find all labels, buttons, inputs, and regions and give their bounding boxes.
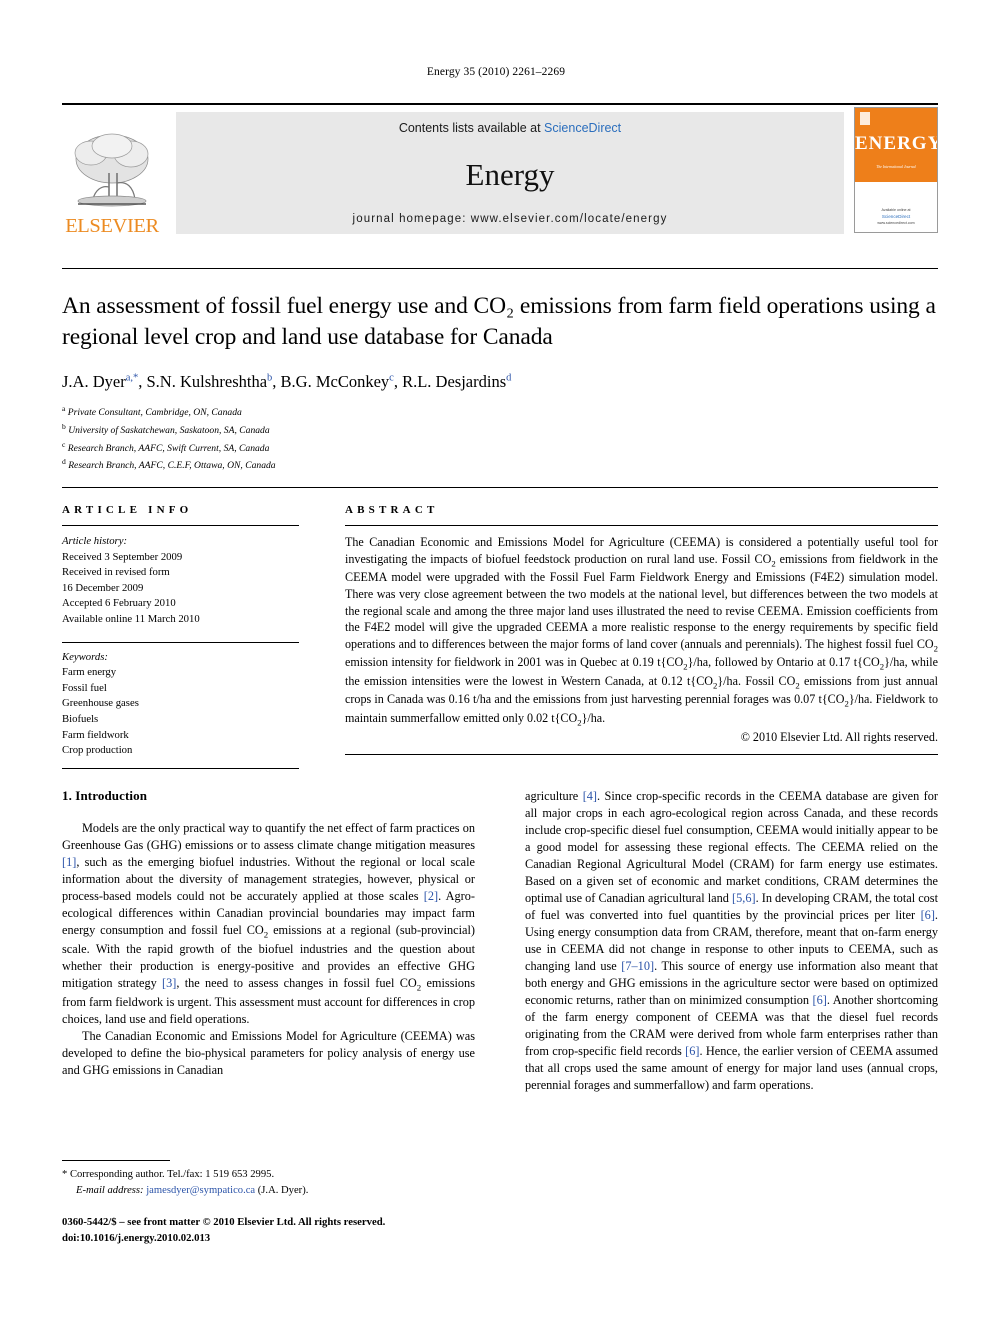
keyword-item[interactable]: Biofuels bbox=[62, 712, 299, 728]
article-history-label: Article history: bbox=[62, 535, 128, 547]
footer-doi-line[interactable]: doi:10.1016/j.energy.2010.02.013 bbox=[62, 1231, 562, 1247]
running-head: Energy 35 (2010) 2261–2269 bbox=[426, 66, 566, 78]
cover-footer-url: www.sciencedirect.com bbox=[877, 220, 915, 225]
footnote-corresponding: * Corresponding author. Tel./fax: 1 519 … bbox=[62, 1169, 275, 1180]
journal-masthead: ELSEVIER Contents lists available at Sci… bbox=[62, 103, 938, 236]
cover-title: ENERGY bbox=[855, 133, 938, 154]
keywords-block: Keywords: Farm energy Fossil fuel Greenhou… bbox=[62, 641, 299, 759]
article-history-item: Received in revised form bbox=[62, 566, 170, 579]
keyword-item[interactable]: Greenhouse gases bbox=[62, 696, 299, 712]
cover-subtitle: The International Journal bbox=[876, 165, 916, 169]
section-heading-introduction: 1. Introduction bbox=[62, 788, 148, 803]
page-title: An assessment of fossil fuel energy use … bbox=[62, 293, 936, 351]
body-column-right: agriculture [4]. Since crop-specific rec… bbox=[525, 788, 938, 1094]
article-history-item: 16 December 2009 bbox=[62, 581, 144, 594]
email-address-label: E-mail address: bbox=[76, 1184, 144, 1196]
abstract-copyright: © 2010 Elsevier Ltd. All rights reserved… bbox=[740, 730, 938, 745]
keyword-item[interactable]: Farm energy bbox=[62, 665, 299, 681]
footnote-email-line: E-mail address: jamesdyer@sympatico.ca (… bbox=[62, 1183, 475, 1199]
article-info-heading-rule bbox=[62, 525, 299, 526]
body-columns: 1. Introduction Models are the only prac… bbox=[62, 788, 938, 1094]
cover-footer: Available online at ScienceDirect www.sc… bbox=[855, 208, 937, 226]
affiliation-item: d Research Branch, AAFC, C.E.F, Ottawa, … bbox=[62, 457, 276, 472]
affiliation-item: c Research Branch, AAFC, Swift Current, … bbox=[62, 439, 270, 454]
cover-masthead-block bbox=[860, 112, 870, 125]
keyword-item[interactable]: Crop production bbox=[62, 743, 299, 759]
contents-prefix: Contents lists available at bbox=[398, 121, 545, 135]
journal-homepage-url[interactable]: journal homepage: www.elsevier.com/locat… bbox=[353, 213, 668, 225]
article-info-column: ARTICLE INFO Article history: Received 3… bbox=[62, 504, 299, 769]
cover-topic-row bbox=[855, 126, 937, 130]
email-link[interactable]: jamesdyer@sympatico.ca bbox=[146, 1185, 255, 1196]
keywords-list: Farm energy Fossil fuel Greenhouse gases Bi… bbox=[62, 665, 299, 759]
info-abstract-block: ARTICLE INFO Article history: Received 3… bbox=[62, 487, 938, 769]
issn-copyright-footer: 0360-5442/$ – see front matter © 2010 El… bbox=[62, 1215, 562, 1246]
abstract-heading: ABSTRACT bbox=[345, 504, 439, 516]
cover-bottom-row bbox=[855, 155, 937, 159]
cover-footer-brand: ScienceDirect bbox=[881, 213, 911, 219]
contents-available-line: Contents lists available at ScienceDirec… bbox=[399, 121, 621, 135]
abstract-column: ABSTRACT The Canadian Economic and Emiss… bbox=[299, 504, 938, 769]
abstract-text: The Canadian Economic and Emissions Mode… bbox=[345, 535, 938, 728]
journal-band: Contents lists available at ScienceDirec… bbox=[176, 112, 844, 234]
article-history-item: Received 3 September 2009 bbox=[62, 550, 183, 563]
elsevier-logo: ELSEVIER bbox=[62, 105, 162, 236]
elsevier-wordmark: ELSEVIER bbox=[65, 214, 159, 237]
article-history-item: Available online 11 March 2010 bbox=[62, 613, 200, 626]
corresponding-author-footnote: * Corresponding author. Tel./fax: 1 519 … bbox=[62, 1160, 475, 1199]
body-left-paragraphs: Models are the only practical way to qua… bbox=[62, 820, 475, 1079]
affiliation-item: a Private Consultant, Cambridge, ON, Can… bbox=[62, 403, 242, 419]
paper-page: Energy 35 (2010) 2261–2269 ELSEVIER Cont… bbox=[0, 0, 992, 1323]
title-block: An assessment of fossil fuel energy use … bbox=[62, 268, 938, 474]
title-divider bbox=[62, 268, 938, 269]
keyword-item[interactable]: Farm fieldwork bbox=[62, 728, 299, 744]
article-info-bottom-rule bbox=[62, 767, 299, 769]
abstract-bottom-rule bbox=[345, 754, 938, 756]
email-owner: (J.A. Dyer). bbox=[257, 1184, 309, 1196]
journal-cover-thumbnail[interactable]: ENERGY The International Journal Availab… bbox=[854, 107, 938, 233]
affiliation-item: b University of Saskatchewan, Saskatoon,… bbox=[62, 421, 270, 436]
abstract-heading-rule bbox=[345, 525, 938, 526]
author-list: J.A. Dyera,*, S.N. Kulshreshthab, B.G. M… bbox=[62, 371, 512, 391]
footnote-divider bbox=[62, 1160, 170, 1161]
article-history-item: Accepted 6 February 2010 bbox=[62, 597, 176, 610]
keywords-label: Keywords: bbox=[62, 650, 108, 663]
keyword-item[interactable]: Fossil fuel bbox=[62, 681, 299, 697]
keywords-rule bbox=[62, 641, 299, 643]
article-info-heading: ARTICLE INFO bbox=[62, 504, 193, 516]
journal-title: Energy bbox=[465, 156, 555, 192]
elsevier-tree-icon bbox=[74, 133, 149, 206]
body-paragraph: The Canadian Economic and Emissions Mode… bbox=[62, 1028, 475, 1077]
body-paragraph: Models are the only practical way to qua… bbox=[62, 821, 475, 1026]
affiliation-list: a Private Consultant, Cambridge, ON, Can… bbox=[62, 403, 938, 474]
body-paragraph: agriculture [4]. Since crop-specific rec… bbox=[525, 789, 938, 1093]
sciencedirect-link[interactable]: ScienceDirect bbox=[544, 121, 621, 135]
article-history-list: Received 3 September 2009 Received in rev… bbox=[62, 550, 299, 628]
body-column-left: 1. Introduction Models are the only prac… bbox=[62, 788, 475, 1094]
body-right-paragraphs: agriculture [4]. Since crop-specific rec… bbox=[525, 788, 938, 1094]
footer-issn-line: 0360-5442/$ – see front matter © 2010 El… bbox=[62, 1216, 386, 1228]
